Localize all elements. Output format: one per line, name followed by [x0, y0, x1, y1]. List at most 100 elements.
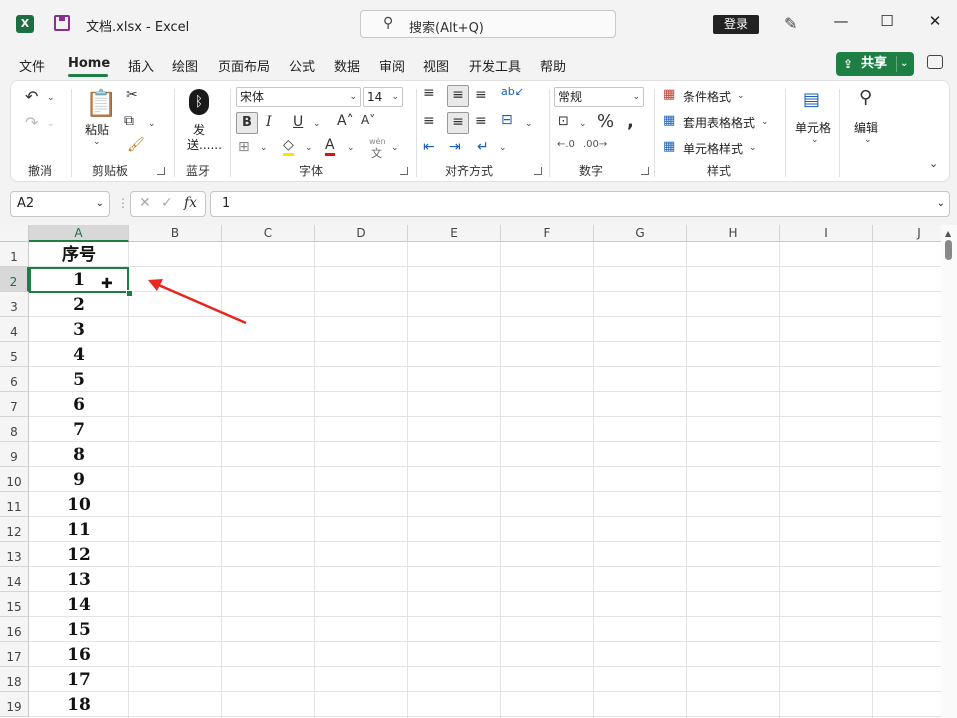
table-cell[interactable]: 7	[29, 417, 129, 442]
row-header[interactable]: 13	[0, 542, 29, 567]
cells-label[interactable]: 单元格	[795, 119, 831, 136]
select-all-corner[interactable]	[0, 225, 29, 242]
cells-icon[interactable]: ▤	[803, 89, 820, 110]
cancel-icon[interactable]: ✕	[139, 195, 151, 211]
row-header[interactable]: 7	[0, 392, 29, 417]
decrease-font-icon[interactable]: A˅	[361, 113, 375, 127]
row-header[interactable]: 15	[0, 592, 29, 617]
table-cell[interactable]: 11	[29, 517, 129, 542]
cell-styles-dropdown-icon[interactable]: ⌄	[749, 143, 757, 153]
tab-help[interactable]: 帮助	[540, 56, 566, 75]
column-header[interactable]: D	[315, 225, 408, 242]
phonetic-icon[interactable]: 文	[371, 145, 382, 161]
login-button[interactable]: 登录	[713, 15, 759, 34]
align-left-icon[interactable]: ≡	[423, 113, 435, 129]
underline-dropdown-icon[interactable]: ⌄	[313, 119, 321, 129]
table-cell[interactable]: 18	[29, 692, 129, 717]
align-bottom-icon[interactable]: ≡	[475, 87, 487, 103]
row-header[interactable]: 1	[0, 242, 29, 267]
name-box[interactable]: A2 ⌄	[10, 191, 110, 217]
table-cell[interactable]: 8	[29, 442, 129, 467]
find-icon[interactable]: ⚲	[859, 87, 872, 108]
merge-center-icon[interactable]: ⊟	[501, 112, 513, 128]
redo-icon[interactable]: ↷	[25, 113, 38, 132]
percent-icon[interactable]: %	[597, 111, 614, 132]
paste-label[interactable]: 粘贴	[85, 121, 109, 138]
increase-decimal-icon[interactable]: ←.0	[557, 139, 575, 150]
tab-developer[interactable]: 开发工具	[469, 56, 521, 75]
font-size-select[interactable]: 14 ⌄	[363, 87, 403, 107]
undo-dropdown-icon[interactable]: ⌄	[47, 93, 55, 103]
scroll-up-icon[interactable]: ▲	[945, 229, 951, 238]
column-header[interactable]: B	[129, 225, 222, 242]
conditional-format-dropdown-icon[interactable]: ⌄	[737, 91, 745, 101]
borders-icon[interactable]: ⊞	[238, 139, 250, 155]
increase-indent-icon[interactable]: ⇥	[449, 139, 461, 155]
accounting-dropdown-icon[interactable]: ⌄	[579, 119, 587, 129]
minimize-icon[interactable]: —	[826, 12, 856, 30]
row-header[interactable]: 5	[0, 342, 29, 367]
table-cell[interactable]: 2	[29, 292, 129, 317]
row-header[interactable]: 12	[0, 517, 29, 542]
table-cell[interactable]: 13	[29, 567, 129, 592]
table-cell[interactable]: 4	[29, 342, 129, 367]
table-cell[interactable]: 14	[29, 592, 129, 617]
font-name-select[interactable]: 宋体 ⌄	[236, 87, 361, 107]
row-header[interactable]: 6	[0, 367, 29, 392]
align-right-icon[interactable]: ≡	[475, 113, 487, 129]
conditional-format-label[interactable]: 条件格式	[683, 88, 731, 105]
number-format-select[interactable]: 常规 ⌄	[554, 87, 644, 107]
spreadsheet-grid[interactable]: A B C D E F G H I J 1 序号 2 1 3 2 4 3 5 4 6 5 7 6 8 7 9 8 1…	[0, 225, 941, 718]
cut-icon[interactable]: ✂	[126, 87, 138, 103]
bluetooth-icon[interactable]: ᛒ	[189, 89, 209, 115]
table-cell[interactable]: 15	[29, 617, 129, 642]
decrease-decimal-icon[interactable]: .00→	[583, 139, 607, 150]
italic-button[interactable]: I	[266, 114, 272, 130]
table-cell[interactable]: 9	[29, 467, 129, 492]
format-as-table-icon[interactable]: ▦	[663, 113, 675, 128]
decrease-indent-icon[interactable]: ⇤	[423, 139, 435, 155]
wrap-text-icon[interactable]: ↵	[477, 139, 489, 155]
table-cell[interactable]: 5	[29, 367, 129, 392]
row-header[interactable]: 19	[0, 692, 29, 717]
align-center-icon[interactable]: ≡	[447, 112, 469, 134]
chevron-down-icon[interactable]: ⌄	[937, 192, 945, 216]
row-header[interactable]: 3	[0, 292, 29, 317]
close-icon[interactable]: ✕	[920, 12, 950, 30]
tab-home[interactable]: Home	[68, 56, 110, 71]
copy-dropdown-icon[interactable]: ⌄	[148, 119, 156, 129]
column-header[interactable]: I	[780, 225, 873, 242]
align-middle-icon[interactable]: ≡	[447, 85, 469, 107]
cells-dropdown-icon[interactable]: ⌄	[811, 135, 819, 145]
format-as-table-dropdown-icon[interactable]: ⌄	[761, 117, 769, 127]
table-cell[interactable]: 12	[29, 542, 129, 567]
column-header[interactable]: A	[29, 225, 129, 242]
insert-function-icon[interactable]: fx	[184, 195, 197, 211]
ribbon-expand-icon[interactable]: ⌄	[929, 157, 938, 170]
font-color-dropdown-icon[interactable]: ⌄	[347, 143, 355, 153]
fill-color-dropdown-icon[interactable]: ⌄	[305, 143, 313, 153]
tab-file[interactable]: 文件	[19, 56, 45, 75]
text-orientation-icon[interactable]: ab↙	[501, 85, 524, 98]
column-header[interactable]: J	[873, 225, 941, 242]
search-box[interactable]: ⚲ 搜索(Alt+Q)	[360, 10, 616, 38]
underline-button[interactable]: U	[293, 114, 303, 130]
save-icon[interactable]	[54, 15, 70, 31]
undo-icon[interactable]: ↶	[25, 87, 38, 106]
paste-icon[interactable]: 📋	[85, 89, 117, 119]
table-cell[interactable]: 16	[29, 642, 129, 667]
formula-input[interactable]: 1 ⌄	[210, 191, 950, 217]
maximize-icon[interactable]: ☐	[872, 12, 902, 30]
cell-styles-label[interactable]: 单元格样式	[683, 140, 743, 157]
increase-font-icon[interactable]: A˄	[337, 113, 354, 129]
table-cell[interactable]: 17	[29, 667, 129, 692]
comma-style-icon[interactable]: ,	[627, 111, 634, 132]
table-cell[interactable]: 6	[29, 392, 129, 417]
merge-dropdown-icon[interactable]: ⌄	[525, 119, 533, 129]
row-header[interactable]: 4	[0, 317, 29, 342]
column-header[interactable]: F	[501, 225, 594, 242]
chevron-down-icon[interactable]: ⌄	[900, 52, 908, 76]
row-header[interactable]: 2	[0, 267, 29, 292]
borders-dropdown-icon[interactable]: ⌄	[260, 143, 268, 153]
row-header[interactable]: 8	[0, 417, 29, 442]
